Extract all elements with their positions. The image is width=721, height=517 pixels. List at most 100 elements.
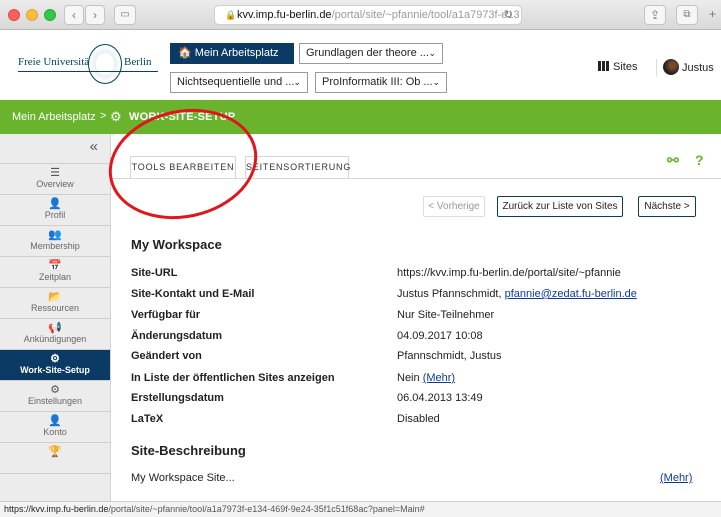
sidebar-item-ressourcen[interactable]: 📂 Ressourcen [0, 288, 110, 319]
sidebar-item-label: Work-Site-Setup [20, 365, 90, 375]
collapse-sidebar-button[interactable]: « [0, 134, 110, 164]
info-label: Site-Kontakt und E-Mail [131, 288, 255, 300]
info-label: Geändert von [131, 350, 202, 362]
breadcrumb-home-link[interactable]: Mein Arbeitsplatz [12, 111, 96, 123]
breadcrumb-separator: > [100, 110, 107, 122]
sidebar-item-einstellungen[interactable]: ⚙ Einstellungen [0, 381, 110, 412]
info-value: Pfannschmidt, Justus [397, 350, 502, 362]
tabs-overview-icon[interactable]: ⧉ [676, 5, 698, 25]
sidebar-item-profil[interactable]: 👤 Profil [0, 195, 110, 226]
sites-label: Sites [613, 61, 638, 73]
sidebar-item-ankuendigungen[interactable]: 📢 Ankündigungen [0, 319, 110, 350]
folder-icon: 📂 [48, 291, 62, 303]
info-value: Nein (Mehr) [397, 372, 455, 384]
description-title: Site-Beschreibung [131, 443, 246, 458]
site-select-proinformatik-label: ProInformatik III: Ob ... [322, 76, 433, 88]
sites-button[interactable]: Sites [598, 61, 637, 73]
info-row-latex: LaTeX Disabled [131, 413, 711, 433]
info-label: Änderungsdatum [131, 330, 223, 342]
info-row-modified-date: Änderungsdatum 04.09.2017 10:08 [131, 330, 711, 350]
next-button[interactable]: Nächste > [638, 196, 696, 217]
url-host: kvv.imp.fu-berlin.de [237, 9, 332, 21]
new-tab-icon[interactable]: + [704, 5, 721, 25]
chevron-down-icon: ⌄ [293, 77, 301, 87]
window-close-button[interactable] [8, 9, 20, 21]
status-path: /portal/site/~pfannie/tool/a1a7973f-e134… [108, 504, 425, 514]
avatar [663, 59, 679, 75]
users-icon: 👥 [48, 229, 62, 241]
gears-icon: ⚙ [110, 109, 122, 124]
sidebar-item-work-site-setup[interactable]: ⚙ Work-Site-Setup [0, 350, 110, 381]
sidebar-item-label: Einstellungen [27, 396, 83, 406]
info-value: Nur Site-Teilnehmer [397, 309, 495, 321]
trophy-icon: 🏆 [48, 446, 62, 458]
mein-arbeitsplatz-button[interactable]: 🏠 Mein Arbeitsplatz [170, 43, 294, 64]
sidebar-item-label: Membership [30, 241, 80, 251]
info-value: Justus Pfannschmidt, pfannie@zedat.fu-be… [397, 288, 637, 300]
fu-logo[interactable]: Freie Universität Berlin [18, 44, 158, 86]
info-label: Verfügbar für [131, 309, 201, 321]
breadcrumb: Mein Arbeitsplatz > ⚙ WORK-SITE-SETUP [0, 100, 721, 134]
link-icon[interactable]: ⚯ [667, 152, 679, 169]
back-to-sites-button[interactable]: Zurück zur Liste von Sites [497, 196, 623, 217]
status-bar: https://kvv.imp.fu-berlin.de/portal/site… [0, 501, 721, 517]
site-header: Freie Universität Berlin 🏠 Mein Arbeitsp… [0, 31, 721, 100]
contact-email-link[interactable]: pfannie@zedat.fu-berlin.de [505, 288, 637, 300]
info-row-modified-by: Geändert von Pfannschmidt, Justus [131, 350, 711, 370]
reload-icon[interactable]: ↻ [504, 6, 513, 24]
gear-icon: ⚙ [50, 384, 60, 396]
user-menu[interactable]: Justus [656, 59, 714, 77]
share-icon[interactable]: ⇪ [644, 5, 666, 25]
lock-icon: 🔒 [225, 10, 237, 20]
site-select-proinformatik[interactable]: ProInformatik III: Ob ... ⌄ [315, 72, 447, 93]
info-row-created-date: Erstellungsdatum 06.04.2013 13:49 [131, 392, 711, 412]
info-label: Site-URL [131, 267, 178, 279]
site-select-nichtsequentielle[interactable]: Nichtsequentielle und ... ⌄ [170, 72, 308, 93]
user-name: Justus [682, 62, 714, 74]
calendar-icon: 📅 [48, 260, 62, 272]
window-maximize-button[interactable] [44, 9, 56, 21]
window-minimize-button[interactable] [26, 9, 38, 21]
sidebar-item-membership[interactable]: 👥 Membership [0, 226, 110, 257]
sidebar-toggle-icon[interactable]: ▭ [114, 5, 136, 25]
site-select-grundlagen[interactable]: Grundlagen der theore ... ⌄ [299, 43, 443, 64]
user-icon: 👤 [48, 198, 62, 210]
grid-icon [598, 61, 610, 71]
help-icon[interactable]: ? [695, 152, 704, 168]
sidebar-item-trophy[interactable]: 🏆 [0, 443, 110, 474]
site-select-grundlagen-label: Grundlagen der theore ... [306, 47, 429, 59]
info-value: Disabled [397, 413, 440, 425]
info-label: LaTeX [131, 413, 164, 425]
address-bar[interactable]: 🔒 kvv.imp.fu-berlin.de/portal/site/~pfan… [214, 5, 522, 25]
mehr-link[interactable]: (Mehr) [423, 372, 455, 384]
previous-button[interactable]: < Vorherige [423, 196, 485, 217]
sidebar-item-zeitplan[interactable]: 📅 Zeitplan [0, 257, 110, 288]
list-icon: ☰ [50, 167, 60, 179]
info-value: 04.09.2017 10:08 [397, 330, 483, 342]
sidebar-item-label: Ankündigungen [23, 334, 87, 344]
back-icon[interactable]: ‹ [64, 5, 84, 25]
sidebar-item-label: Profil [44, 210, 66, 220]
site-select-nichtsequentielle-label: Nichtsequentielle und ... [177, 76, 295, 88]
info-row-availability: Verfügbar für Nur Site-Teilnehmer [131, 309, 711, 329]
tab-seitensortierung[interactable]: SEITENSORTIERUNG [245, 156, 350, 178]
description-more-link[interactable]: (Mehr) [660, 472, 692, 484]
status-host: https://kvv.imp.fu-berlin.de [4, 504, 109, 514]
fu-seal-icon [88, 44, 122, 84]
chevron-down-icon: ⌄ [428, 48, 436, 58]
info-row-public-listing: In Liste der öffentlichen Sites anzeigen… [131, 372, 711, 392]
contact-name: Justus Pfannschmidt, [397, 288, 505, 300]
info-row-site-url: Site-URL https://kvv.imp.fu-berlin.de/po… [131, 267, 711, 287]
url-path: /portal/site/~pfannie/tool/a1a7973f-e13 [331, 9, 520, 21]
sidebar-item-label: Overview [36, 179, 74, 189]
sidebar-item-label: Zeitplan [38, 272, 72, 282]
logo-text-right: Berlin [124, 56, 152, 68]
description-text: My Workspace Site... [131, 472, 235, 484]
sidebar-item-overview[interactable]: ☰ Overview [0, 164, 110, 195]
page-title: My Workspace [131, 237, 222, 252]
info-label: Erstellungsdatum [131, 392, 224, 404]
forward-icon[interactable]: › [85, 5, 105, 25]
sidebar-item-konto[interactable]: 👤 Konto [0, 412, 110, 443]
info-value: https://kvv.imp.fu-berlin.de/portal/site… [397, 267, 621, 279]
tool-sidebar: « ☰ Overview 👤 Profil 👥 Membership 📅 Zei… [0, 134, 111, 501]
